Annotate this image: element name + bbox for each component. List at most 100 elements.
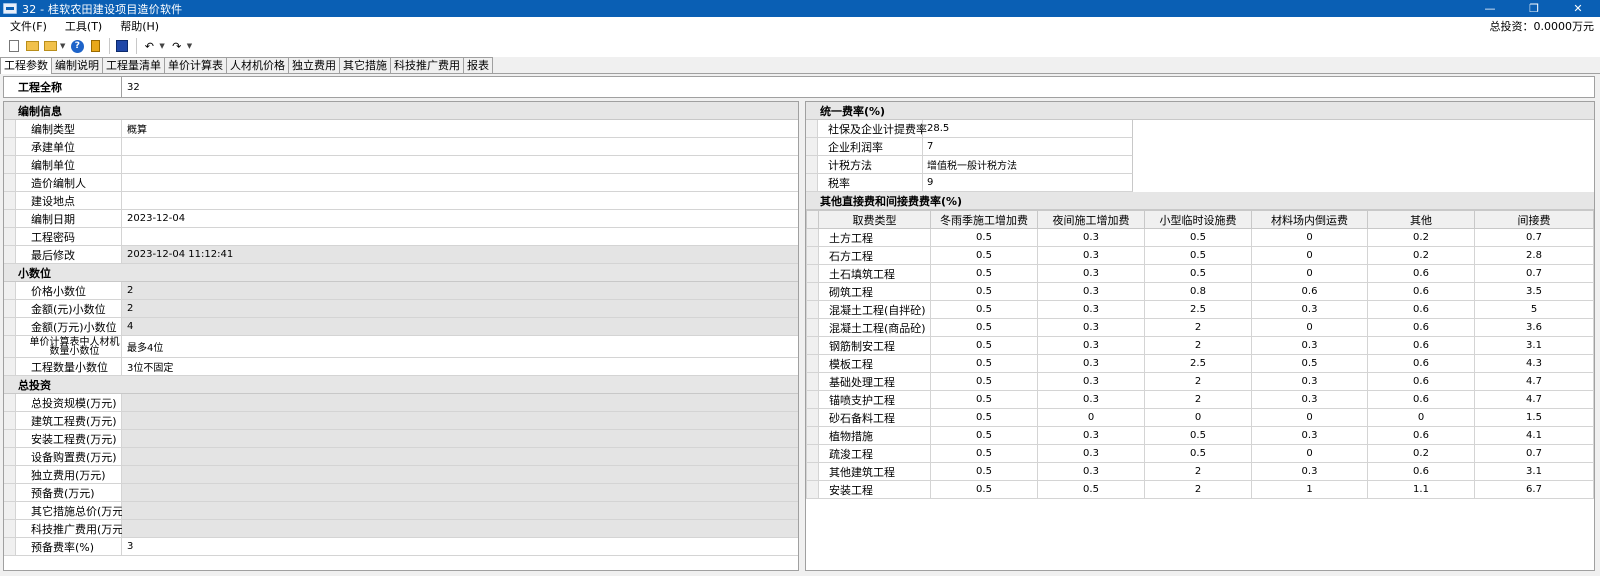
rates-value-cell[interactable]: 4.1 <box>1474 426 1594 445</box>
compile-field-value[interactable]: 2023-12-04 <box>122 210 798 227</box>
rates-value-cell[interactable]: 0.3 <box>1037 426 1145 445</box>
unified-rate-value[interactable]: 9 <box>923 174 1133 192</box>
rates-value-cell[interactable]: 0 <box>1144 408 1252 427</box>
rates-value-cell[interactable]: 0 <box>1251 444 1368 463</box>
compile-field-value[interactable] <box>122 174 798 191</box>
rates-column-header[interactable]: 冬雨季施工增加费 <box>930 210 1038 229</box>
rates-value-cell[interactable]: 0.3 <box>1251 372 1368 391</box>
rates-value-cell[interactable]: 0.3 <box>1251 300 1368 319</box>
investment-field-value[interactable] <box>122 484 798 501</box>
rates-value-cell[interactable]: 6.7 <box>1474 480 1594 499</box>
rates-value-cell[interactable]: 0.3 <box>1037 372 1145 391</box>
rates-value-cell[interactable]: 0 <box>1251 264 1368 283</box>
rates-value-cell[interactable]: 2 <box>1144 372 1252 391</box>
rates-value-cell[interactable]: 0 <box>1251 408 1368 427</box>
rates-value-cell[interactable]: 0.3 <box>1251 426 1368 445</box>
rates-fee-type-cell[interactable]: 混凝土工程(商品砼) <box>818 318 931 337</box>
rates-value-cell[interactable]: 0.5 <box>930 390 1038 409</box>
compile-field-value[interactable] <box>122 138 798 155</box>
rates-value-cell[interactable]: 2.5 <box>1144 300 1252 319</box>
rates-value-cell[interactable]: 0 <box>1251 228 1368 247</box>
rates-value-cell[interactable]: 0.6 <box>1367 372 1475 391</box>
rates-value-cell[interactable]: 4.7 <box>1474 372 1594 391</box>
investment-field-value[interactable] <box>122 502 798 519</box>
rates-value-cell[interactable]: 0.6 <box>1367 426 1475 445</box>
rates-value-cell[interactable]: 0.3 <box>1037 336 1145 355</box>
rates-value-cell[interactable]: 0.7 <box>1474 228 1594 247</box>
compile-field-value[interactable]: 概算 <box>122 120 798 137</box>
rates-value-cell[interactable]: 0.5 <box>930 372 1038 391</box>
rates-column-header[interactable]: 其他 <box>1367 210 1475 229</box>
project-full-name-input[interactable]: 32 <box>122 77 140 97</box>
tab-material-prices[interactable]: 人材机价格 <box>226 57 289 73</box>
rates-value-cell[interactable]: 0.7 <box>1474 444 1594 463</box>
rates-value-cell[interactable]: 3.6 <box>1474 318 1594 337</box>
rates-value-cell[interactable]: 0.3 <box>1037 246 1145 265</box>
minimize-button[interactable]: — <box>1468 0 1512 17</box>
rates-value-cell[interactable]: 0.6 <box>1251 282 1368 301</box>
redo-dropdown-icon[interactable]: ▼ <box>187 42 192 50</box>
rates-value-cell[interactable]: 3.1 <box>1474 336 1594 355</box>
rates-fee-type-cell[interactable]: 疏浚工程 <box>818 444 931 463</box>
tab-unit-price[interactable]: 单价计算表 <box>164 57 227 73</box>
rates-value-cell[interactable]: 1.5 <box>1474 408 1594 427</box>
rates-value-cell[interactable]: 2.5 <box>1144 354 1252 373</box>
rates-value-cell[interactable]: 0.5 <box>1144 264 1252 283</box>
tab-reports[interactable]: 报表 <box>463 57 493 73</box>
rates-value-cell[interactable]: 0.6 <box>1367 318 1475 337</box>
rates-value-cell[interactable]: 0.2 <box>1367 444 1475 463</box>
menu-file[interactable]: 文件(F) <box>0 18 55 34</box>
bookmark-button[interactable] <box>87 38 103 54</box>
rates-fee-type-cell[interactable]: 植物措施 <box>818 426 931 445</box>
rates-value-cell[interactable]: 0.5 <box>930 300 1038 319</box>
rates-fee-type-cell[interactable]: 砌筑工程 <box>818 282 931 301</box>
rates-value-cell[interactable]: 0.6 <box>1367 354 1475 373</box>
rates-value-cell[interactable]: 0.3 <box>1037 282 1145 301</box>
open-recent-button[interactable] <box>42 38 58 54</box>
rates-fee-type-cell[interactable]: 安装工程 <box>818 480 931 499</box>
rates-value-cell[interactable]: 0.3 <box>1251 462 1368 481</box>
rates-value-cell[interactable]: 0.5 <box>930 228 1038 247</box>
rates-value-cell[interactable]: 0 <box>1251 246 1368 265</box>
rates-value-cell[interactable]: 0.2 <box>1367 246 1475 265</box>
investment-field-value[interactable] <box>122 394 798 411</box>
new-file-button[interactable] <box>6 38 22 54</box>
rates-value-cell[interactable]: 0.6 <box>1367 390 1475 409</box>
rates-value-cell[interactable]: 0.5 <box>930 426 1038 445</box>
investment-field-value[interactable]: 3 <box>122 538 798 555</box>
rates-fee-type-cell[interactable]: 基础处理工程 <box>818 372 931 391</box>
rates-column-header[interactable]: 间接费 <box>1474 210 1594 229</box>
rates-value-cell[interactable]: 0.5 <box>930 246 1038 265</box>
rates-value-cell[interactable]: 0.5 <box>930 336 1038 355</box>
decimal-field-value[interactable]: 2 <box>122 282 798 299</box>
redo-button[interactable]: ↷ <box>169 38 185 54</box>
unified-rate-value[interactable]: 28.5 <box>923 120 1133 138</box>
rates-value-cell[interactable]: 0.3 <box>1037 354 1145 373</box>
investment-field-value[interactable] <box>122 520 798 537</box>
rates-value-cell[interactable]: 0.3 <box>1037 390 1145 409</box>
rates-value-cell[interactable]: 0.3 <box>1037 318 1145 337</box>
rates-value-cell[interactable]: 0.5 <box>1144 228 1252 247</box>
rates-fee-type-cell[interactable]: 土方工程 <box>818 228 931 247</box>
rates-value-cell[interactable]: 0.5 <box>930 408 1038 427</box>
rates-value-cell[interactable]: 3.1 <box>1474 462 1594 481</box>
decimal-field-value[interactable]: 最多4位 <box>122 336 798 357</box>
open-file-button[interactable] <box>24 38 40 54</box>
rates-value-cell[interactable]: 0 <box>1251 318 1368 337</box>
rates-value-cell[interactable]: 4.7 <box>1474 390 1594 409</box>
rates-fee-type-cell[interactable]: 钢筋制安工程 <box>818 336 931 355</box>
decimal-field-value[interactable]: 3位不固定 <box>122 358 798 375</box>
rates-column-header[interactable]: 小型临时设施费 <box>1144 210 1252 229</box>
rates-value-cell[interactable]: 0.3 <box>1037 228 1145 247</box>
rates-value-cell[interactable]: 0.3 <box>1037 300 1145 319</box>
rates-value-cell[interactable]: 0.7 <box>1474 264 1594 283</box>
rates-fee-type-cell[interactable]: 土石填筑工程 <box>818 264 931 283</box>
rates-fee-type-cell[interactable]: 混凝土工程(自拌砼) <box>818 300 931 319</box>
rates-column-header[interactable]: 材料场内倒运费 <box>1251 210 1368 229</box>
rates-value-cell[interactable]: 0.8 <box>1144 282 1252 301</box>
rates-value-cell[interactable]: 2 <box>1144 336 1252 355</box>
rates-value-cell[interactable]: 0.6 <box>1367 264 1475 283</box>
rates-value-cell[interactable]: 0.6 <box>1367 462 1475 481</box>
rates-value-cell[interactable]: 3.5 <box>1474 282 1594 301</box>
decimal-field-value[interactable]: 2 <box>122 300 798 317</box>
